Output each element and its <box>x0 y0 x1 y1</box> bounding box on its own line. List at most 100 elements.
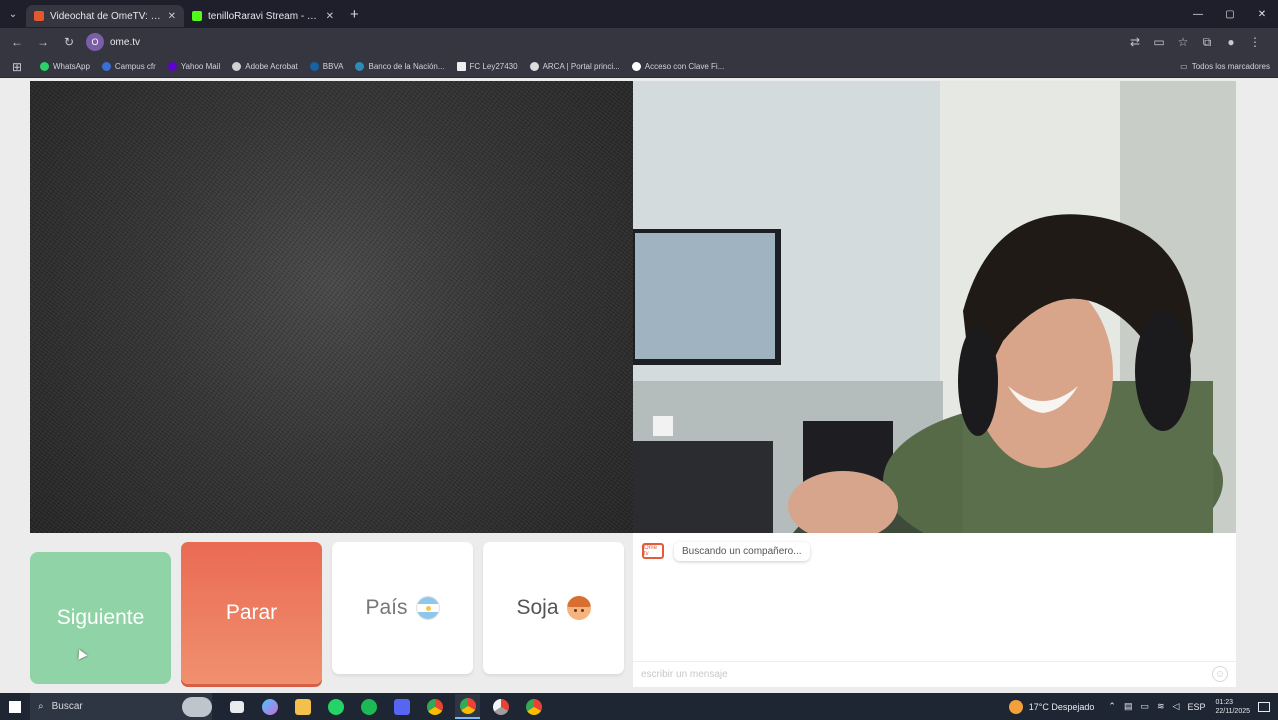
apps-grid-icon[interactable]: ⊞ <box>6 56 28 78</box>
country-label: País <box>365 596 408 619</box>
file-explorer-icon[interactable] <box>290 694 315 719</box>
network-icon[interactable]: ▤ <box>1124 701 1133 712</box>
back-arrow-icon[interactable]: ← <box>6 31 28 53</box>
tab-title: Videochat de OmeTV: una ... <box>50 10 162 22</box>
bookmark-campus[interactable]: Campus cfr <box>101 62 156 71</box>
close-tab-icon[interactable]: ✕ <box>168 11 176 22</box>
bbva-icon <box>309 62 319 71</box>
bank-icon <box>355 62 365 71</box>
spotify-icon[interactable] <box>356 694 381 719</box>
cast-icon[interactable]: ▭ <box>1148 31 1170 53</box>
next-button[interactable]: Siguiente <box>30 552 171 684</box>
status-message: Buscando un compañero... <box>674 542 810 561</box>
bookmark-yahoo[interactable]: Yahoo Mail <box>167 62 221 71</box>
pinned-apps <box>224 694 546 719</box>
afip-icon <box>631 62 641 71</box>
browser-tab-strip: ⌄ Videochat de OmeTV: una ... ✕ tenilloR… <box>0 0 1278 28</box>
campus-icon <box>101 62 111 71</box>
wifi-icon[interactable]: ≋ <box>1157 701 1165 712</box>
battery-icon[interactable]: ▭ <box>1140 701 1149 712</box>
emoji-icon[interactable]: ☺ <box>1212 666 1228 682</box>
bookmark-label: Campus cfr <box>114 62 156 71</box>
clock[interactable]: 01:23 22/11/2025 <box>1215 698 1250 716</box>
weather-text: 17°C Despejado <box>1028 701 1095 712</box>
bookmark-whatsapp[interactable]: WhatsApp <box>40 62 90 71</box>
bookmark-label: Banco de la Nación... <box>368 62 445 71</box>
tab-search-icon[interactable]: ⌄ <box>0 0 26 28</box>
chrome-profile-2-icon[interactable] <box>521 694 546 719</box>
bookmark-acrobat[interactable]: Adobe Acrobat <box>232 62 298 71</box>
forward-arrow-icon[interactable]: → <box>32 31 54 53</box>
clock-time: 01:23 <box>1215 698 1234 706</box>
translate-icon[interactable]: ⇄ <box>1124 31 1146 53</box>
bookmark-fc[interactable]: FC Ley27430 <box>456 62 518 71</box>
gender-filter-button[interactable]: Soja <box>483 542 624 674</box>
ometv-logo-icon: Ome tv <box>642 543 664 559</box>
new-tab-button[interactable]: + <box>350 6 359 23</box>
discord-icon[interactable] <box>389 694 414 719</box>
url-text[interactable]: ome.tv <box>110 37 140 48</box>
tab-kick-stream[interactable]: tenilloRaravi Stream - Watch ... ✕ <box>184 5 342 27</box>
whatsapp-icon <box>40 62 49 71</box>
close-window-button[interactable]: ✕ <box>1246 0 1278 28</box>
chrome-profile-icon[interactable] <box>488 694 513 719</box>
bookmark-bbva[interactable]: BBVA <box>309 62 344 71</box>
tab-ometv[interactable]: Videochat de OmeTV: una ... ✕ <box>26 5 184 27</box>
country-filter-button[interactable]: País <box>332 542 473 674</box>
message-input[interactable]: escribir un mensaje <box>633 661 1236 687</box>
taskbar-search[interactable]: ⌕ Buscar <box>30 693 212 720</box>
tab-title: tenilloRaravi Stream - Watch ... <box>208 10 320 22</box>
folder-icon: ▭ <box>1180 62 1188 71</box>
search-highlight-icon <box>182 696 212 717</box>
stop-button[interactable]: Parar <box>181 542 322 684</box>
bookmark-label: ARCA | Portal princi... <box>542 62 620 71</box>
address-bar[interactable]: O ome.tv <box>84 31 1120 53</box>
chrome-icon[interactable] <box>422 694 447 719</box>
chrome-active-icon[interactable] <box>455 694 480 719</box>
language-indicator[interactable]: ESP <box>1187 702 1205 712</box>
bookmark-label: BBVA <box>322 62 344 71</box>
bookmark-label: WhatsApp <box>53 62 90 71</box>
bookmark-banco-nacion[interactable]: Banco de la Nación... <box>355 62 445 71</box>
search-label: Buscar <box>51 701 83 712</box>
close-tab-icon[interactable]: ✕ <box>326 11 334 22</box>
control-buttons: Siguiente Parar País Soja <box>30 542 625 685</box>
profile-avatar-icon[interactable]: ● <box>1220 31 1242 53</box>
chat-panel: Ome tv Buscando un compañero... escribir… <box>633 533 1236 687</box>
menu-kebab-icon[interactable]: ⋮ <box>1244 31 1266 53</box>
partner-video-placeholder <box>30 81 633 533</box>
bookmark-label: FC Ley27430 <box>469 62 518 71</box>
task-view-icon[interactable] <box>224 694 249 719</box>
maximize-button[interactable]: ▢ <box>1214 0 1246 28</box>
whatsapp-icon[interactable] <box>323 694 348 719</box>
system-tray: ⌃ ▤ ▭ ≋ ◁ ESP <box>1108 701 1205 712</box>
reload-icon[interactable]: ↻ <box>58 31 80 53</box>
site-info-icon[interactable]: O <box>86 33 104 51</box>
all-bookmarks-label: Todos los marcadores <box>1191 62 1270 71</box>
next-label: Siguiente <box>56 606 145 629</box>
argentina-flag-icon <box>415 596 440 620</box>
weather-widget[interactable]: 17°C Despejado <box>1008 699 1095 714</box>
windows-logo-icon <box>9 700 21 713</box>
bookmark-label: Yahoo Mail <box>180 62 221 71</box>
all-bookmarks-folder[interactable]: ▭ Todos los marcadores <box>1180 62 1270 71</box>
static-noise <box>30 81 633 533</box>
chevron-up-icon[interactable]: ⌃ <box>1108 701 1116 712</box>
kick-favicon-icon <box>192 11 202 21</box>
minimize-button[interactable]: — <box>1182 0 1214 28</box>
sun-icon <box>1008 699 1023 714</box>
ometv-page: Siguiente Parar País Soja Ome tv Buscand… <box>0 78 1278 692</box>
notifications-icon[interactable] <box>1258 701 1270 712</box>
copilot-icon[interactable] <box>257 694 282 719</box>
volume-icon[interactable]: ◁ <box>1173 701 1180 712</box>
toolbar-actions: ⇄ ▭ ☆ ⧉ ● ⋮ <box>1124 31 1266 53</box>
bookmark-arca[interactable]: ARCA | Portal princi... <box>529 62 620 71</box>
bookmarks-bar: ⊞ WhatsApp Campus cfr Yahoo Mail Adobe A… <box>0 56 1278 78</box>
bookmark-star-icon[interactable]: ☆ <box>1172 31 1194 53</box>
extensions-icon[interactable]: ⧉ <box>1196 31 1218 53</box>
bookmark-clave-fiscal[interactable]: Acceso con Clave Fi... <box>631 62 724 71</box>
arca-icon <box>529 62 539 71</box>
windows-taskbar: ⌕ Buscar 17°C Despejado ⌃ ▤ ▭ ≋ ◁ ESP 01… <box>0 693 1278 720</box>
stop-label: Parar <box>225 601 278 624</box>
start-button[interactable] <box>0 693 30 720</box>
